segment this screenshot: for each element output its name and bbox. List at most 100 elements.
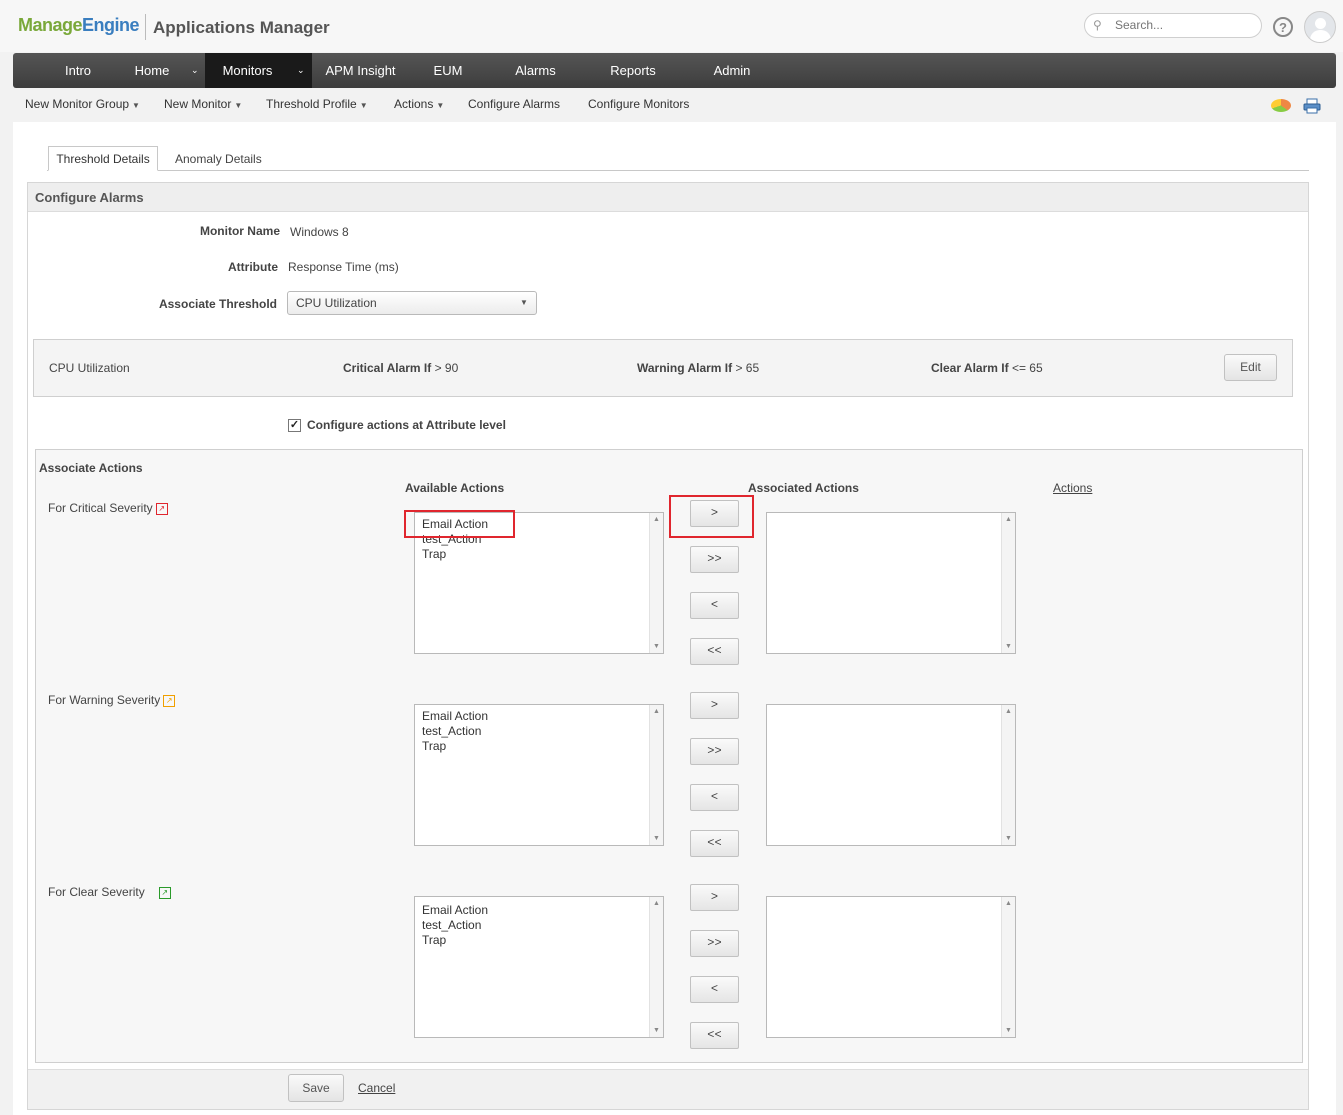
scrollbar[interactable]: ▲ ▼ [649, 705, 663, 845]
submenu-new-monitor-group[interactable]: New Monitor Group ▼ [25, 97, 140, 111]
search-icon: ⚲ [1093, 18, 1102, 32]
scrollbar[interactable]: ▲ ▼ [649, 897, 663, 1037]
submenu-threshold-profile[interactable]: Threshold Profile ▼ [266, 97, 368, 111]
list-item[interactable]: Trap [422, 933, 446, 947]
move-all-left-button[interactable]: << [690, 1022, 739, 1049]
warning-severity-label: For Warning Severity ↗ [48, 693, 176, 707]
nav-item-alarms[interactable]: Alarms [503, 53, 568, 88]
list-item[interactable]: Trap [422, 547, 446, 561]
monitor-name-label: Monitor Name [199, 224, 280, 238]
main-nav: Intro Home ⌄ Monitors ⌄ APM Insight EUM … [13, 53, 1336, 88]
clear-severity-icon[interactable]: ↗ [158, 886, 171, 899]
scroll-up-icon[interactable]: ▲ [1005, 516, 1012, 523]
nav-item-apm-insight[interactable]: APM Insight [318, 53, 403, 88]
move-all-left-button[interactable]: << [690, 830, 739, 857]
select-arrow-icon: ▼ [520, 298, 528, 307]
move-all-left-button[interactable]: << [690, 638, 739, 665]
home-chevron-down-icon[interactable]: ⌄ [191, 53, 199, 88]
scroll-down-icon[interactable]: ▼ [1005, 643, 1012, 650]
app-title: Applications Manager [153, 18, 330, 37]
move-selected-right-button[interactable]: > [690, 692, 739, 719]
move-all-right-button[interactable]: >> [690, 930, 739, 957]
attribute-value: Response Time (ms) [288, 260, 399, 274]
caret-down-icon: ▼ [234, 101, 243, 110]
help-icon[interactable]: ? [1273, 17, 1293, 37]
nav-item-monitors-label: Monitors [222, 63, 273, 78]
nav-item-eum[interactable]: EUM [418, 53, 478, 88]
submenu-configure-monitors[interactable]: Configure Monitors [588, 97, 689, 111]
scroll-down-icon[interactable]: ▼ [653, 643, 660, 650]
warning-available-list[interactable]: Email Action test_Action Trap ▲ ▼ [414, 704, 664, 846]
warning-associated-list[interactable]: ▲ ▼ [766, 704, 1016, 846]
highlight-move-button [669, 495, 754, 538]
scroll-down-icon[interactable]: ▼ [653, 1027, 660, 1034]
move-selected-right-button[interactable]: > [690, 884, 739, 911]
scroll-up-icon[interactable]: ▲ [1005, 708, 1012, 715]
list-item[interactable]: test_Action [422, 918, 481, 932]
scrollbar[interactable]: ▲ ▼ [1001, 513, 1015, 653]
pie-chart-icon[interactable] [1271, 99, 1291, 112]
highlight-email-action [404, 510, 515, 538]
search-input[interactable] [1115, 18, 1255, 32]
move-selected-left-button[interactable]: < [690, 784, 739, 811]
search-box[interactable]: ⚲ [1084, 13, 1262, 38]
critical-condition: Critical Alarm If > 90 [343, 361, 459, 375]
move-all-right-button[interactable]: >> [690, 546, 739, 573]
save-button[interactable]: Save [288, 1074, 344, 1102]
monitors-chevron-down-icon[interactable]: ⌄ [297, 53, 305, 88]
scrollbar[interactable]: ▲ ▼ [1001, 897, 1015, 1037]
associate-threshold-label: Associate Threshold [158, 297, 277, 311]
user-avatar[interactable] [1304, 11, 1336, 43]
nav-item-admin[interactable]: Admin [700, 53, 764, 88]
list-item[interactable]: Trap [422, 739, 446, 753]
available-actions-header: Available Actions [405, 481, 505, 495]
scroll-down-icon[interactable]: ▼ [1005, 835, 1012, 842]
associate-actions-title: Associate Actions [39, 461, 143, 475]
cancel-link[interactable]: Cancel [358, 1081, 395, 1095]
submenu-actions[interactable]: Actions ▼ [394, 97, 444, 111]
panel-title: Configure Alarms [35, 190, 144, 205]
configure-actions-checkbox[interactable]: ✓ [288, 419, 301, 432]
actions-link[interactable]: Actions [1053, 481, 1092, 495]
tab-threshold-details[interactable]: Threshold Details [48, 146, 158, 171]
attribute-label: Attribute [228, 260, 278, 274]
nav-item-monitors[interactable]: Monitors ⌄ [205, 53, 312, 88]
panel-header: Configure Alarms [28, 183, 1308, 212]
scroll-up-icon[interactable]: ▲ [653, 708, 660, 715]
critical-severity-icon[interactable]: ↗ [155, 502, 168, 515]
caret-down-icon: ▼ [132, 101, 140, 110]
scroll-down-icon[interactable]: ▼ [653, 835, 660, 842]
nav-item-intro[interactable]: Intro [43, 53, 113, 88]
edit-threshold-button[interactable]: Edit [1224, 354, 1277, 381]
nav-item-reports[interactable]: Reports [598, 53, 668, 88]
threshold-name: CPU Utilization [49, 361, 130, 375]
manageengine-logo[interactable]: ManageEngine [18, 15, 140, 36]
scrollbar[interactable]: ▲ ▼ [1001, 705, 1015, 845]
clear-associated-list[interactable]: ▲ ▼ [766, 896, 1016, 1038]
configure-actions-label: Configure actions at Attribute level [307, 418, 506, 432]
print-icon[interactable] [1303, 98, 1321, 114]
list-item[interactable]: Email Action [422, 903, 488, 917]
submenu-configure-alarms[interactable]: Configure Alarms [468, 97, 560, 111]
move-selected-left-button[interactable]: < [690, 976, 739, 1003]
scroll-up-icon[interactable]: ▲ [1005, 900, 1012, 907]
scroll-down-icon[interactable]: ▼ [1005, 1027, 1012, 1034]
associate-threshold-select[interactable]: CPU Utilization ▼ [287, 291, 537, 315]
list-item[interactable]: Email Action [422, 709, 488, 723]
associate-threshold-value: CPU Utilization [296, 296, 377, 310]
list-item[interactable]: test_Action [422, 724, 481, 738]
nav-item-home[interactable]: Home [116, 53, 188, 88]
critical-associated-list[interactable]: ▲ ▼ [766, 512, 1016, 654]
scrollbar[interactable]: ▲ ▼ [649, 513, 663, 653]
move-all-right-button[interactable]: >> [690, 738, 739, 765]
clear-available-list[interactable]: Email Action test_Action Trap ▲ ▼ [414, 896, 664, 1038]
warning-severity-icon[interactable]: ↗ [163, 694, 176, 707]
scroll-up-icon[interactable]: ▲ [653, 900, 660, 907]
logo-divider [145, 14, 146, 40]
monitor-name-value: Windows 8 [290, 225, 349, 239]
move-selected-left-button[interactable]: < [690, 592, 739, 619]
clear-severity-label: For Clear Severity ↗ [48, 885, 171, 899]
submenu-new-monitor[interactable]: New Monitor ▼ [164, 97, 242, 111]
scroll-up-icon[interactable]: ▲ [653, 516, 660, 523]
tab-anomaly-details[interactable]: Anomaly Details [175, 152, 262, 166]
